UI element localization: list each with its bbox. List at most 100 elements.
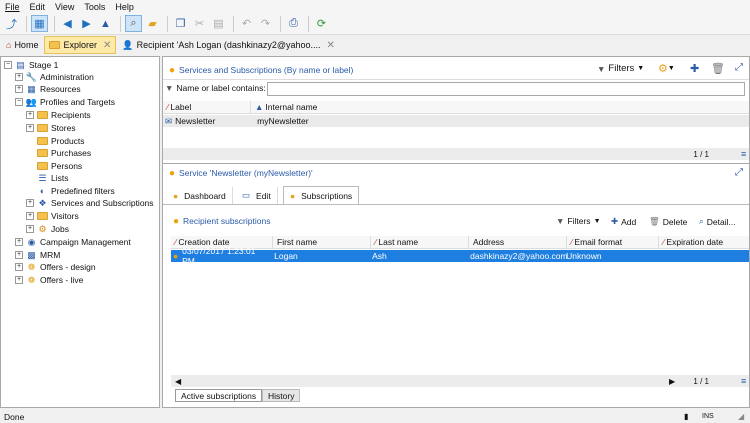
print-icon[interactable]: ⎙ [285, 15, 302, 32]
scroll-right-icon[interactable]: ▶ [669, 377, 675, 386]
cut-icon[interactable]: ✂ [191, 15, 208, 32]
redo-icon[interactable]: ↷ [257, 15, 274, 32]
tree-item-visitors[interactable]: + Visitors [26, 210, 79, 222]
menu-tools[interactable]: Tools [79, 2, 110, 12]
maximize-button[interactable]: ⤢ [735, 167, 743, 178]
open-folder-icon[interactable]: ▰ [144, 15, 161, 32]
tree-label: Jobs [51, 224, 69, 234]
back-arrow-icon[interactable]: ◀ [59, 15, 76, 32]
col-address[interactable]: Address [469, 236, 567, 248]
expand-icon[interactable]: + [26, 111, 34, 119]
tree-label: Recipients [51, 110, 91, 120]
tree-item-products[interactable]: Products [26, 135, 85, 147]
folder-icon [37, 137, 48, 145]
expand-icon[interactable]: + [15, 85, 23, 93]
subs-filters-button[interactable]: ▼ Filters ▼ [556, 216, 601, 226]
tree-item-administration[interactable]: + 🔧 Administration [15, 71, 94, 83]
tab-edit[interactable]: ▭ Edit [236, 187, 278, 204]
sort-icon: ⁄ [571, 237, 573, 247]
tab-home-label: Home [14, 40, 39, 50]
expand-icon[interactable]: + [15, 276, 23, 284]
tree-item-profiles[interactable]: − 👥 Profiles and Targets [15, 96, 115, 108]
tree-item-resources[interactable]: + ▦ Resources [15, 83, 81, 95]
tab-dashboard[interactable]: ● Dashboard [167, 187, 233, 204]
folder-up-icon[interactable]: ▲ [97, 15, 114, 32]
delete-button[interactable]: 🗑 Delete [649, 216, 687, 227]
collapse-icon[interactable]: − [4, 61, 12, 69]
close-icon[interactable]: ✕ [103, 40, 111, 51]
detail-button[interactable]: ⌕ Detail... [699, 216, 736, 227]
expand-icon[interactable]: + [15, 251, 23, 259]
col-format[interactable]: ⁄ Email format [567, 236, 659, 248]
tree-item-lists[interactable]: ☰ Lists [26, 172, 68, 184]
tree-item-offers-live[interactable]: + ❁ Offers - live [15, 274, 83, 286]
tab-explorer[interactable]: Explorer ✕ [44, 36, 117, 54]
tree-item-mrm[interactable]: + ▩ MRM [15, 249, 60, 261]
close-icon[interactable]: ✕ [327, 40, 335, 51]
tab-history[interactable]: History [262, 389, 301, 402]
tab-subscriptions-label: Subscriptions [301, 190, 353, 201]
collapse-icon[interactable]: − [15, 98, 23, 106]
search-input[interactable] [267, 82, 745, 96]
search-icon[interactable]: ⌕ [125, 15, 142, 32]
list-row[interactable]: ✉ Newsletter myNewsletter [163, 115, 749, 127]
expand-icon[interactable]: + [26, 199, 34, 207]
col-format-text: Email format [574, 237, 623, 247]
menu-lines-icon[interactable]: ≡ [741, 376, 746, 386]
expand-icon[interactable]: + [26, 225, 34, 233]
col-label[interactable]: ⁄ Label [163, 101, 251, 113]
menu-bar: File Edit View Tools Help [0, 0, 750, 13]
tree-item-stores[interactable]: + Stores [26, 122, 76, 134]
tree-item-persons[interactable]: Persons [26, 160, 82, 172]
config-button[interactable]: ⚙ ▼ [658, 62, 675, 75]
tab-home[interactable]: ⌂ Home [2, 36, 42, 54]
col-firstname[interactable]: First name [273, 236, 371, 248]
expand-icon[interactable]: + [15, 73, 23, 81]
menu-file[interactable]: File [0, 2, 25, 12]
subscriptions-icon: ● [290, 190, 296, 201]
tree-item-jobs[interactable]: + ⚙ Jobs [26, 223, 69, 235]
paste-icon[interactable]: ▤ [210, 15, 227, 32]
menu-view[interactable]: View [50, 2, 79, 12]
resize-grip-icon[interactable]: ◢ [738, 412, 744, 421]
col-expiration[interactable]: ⁄ Expiration date [659, 236, 749, 248]
col-firstname-text: First name [277, 237, 318, 247]
sort-asc-icon: ▲ [255, 102, 264, 112]
tree-item-recipients[interactable]: + Recipients [26, 109, 91, 121]
menu-edit[interactable]: Edit [25, 2, 51, 12]
tab-recipient[interactable]: 👤 Recipient 'Ash Logan (dashkinazy2@yaho… [118, 36, 339, 54]
col-internal[interactable]: ▲ Internal name [251, 101, 391, 113]
col-lastname[interactable]: ⁄ Last name [371, 236, 469, 248]
pager-text: 1 / 1 [693, 149, 709, 159]
service-icon: ● [169, 64, 176, 76]
tree-item-services[interactable]: + ❖ Services and Subscriptions [26, 197, 154, 209]
home-icon: ⌂ [6, 40, 12, 50]
subs-row[interactable]: ● 03/07/2017 1:23:01 PM Logan Ash dashki… [171, 246, 749, 266]
delete-button[interactable]: 🗑 [711, 62, 725, 75]
new-button[interactable]: ✚ [690, 62, 699, 75]
menu-lines-icon[interactable]: ≡ [741, 149, 746, 159]
refresh-icon[interactable]: ⟳ [313, 15, 330, 32]
tree-item-predefined-filters[interactable]: ◐ Predefined filters [26, 185, 115, 197]
tree-item-campaign-management[interactable]: + ◉ Campaign Management [15, 236, 131, 248]
new-icon[interactable]: ⤴ [3, 15, 20, 32]
forward-arrow-icon[interactable]: ▶ [78, 15, 95, 32]
expand-icon[interactable]: + [15, 238, 23, 246]
menu-help[interactable]: Help [110, 2, 139, 12]
add-button[interactable]: ✚ Add [611, 216, 636, 227]
tree-item-stage1[interactable]: − ▤ Stage 1 [4, 59, 58, 71]
scroll-left-icon[interactable]: ◀ [175, 377, 181, 386]
tree-item-offers-design[interactable]: + ❁ Offers - design [15, 261, 96, 273]
expand-icon[interactable]: + [26, 212, 34, 220]
tree-item-purchases[interactable]: Purchases [26, 147, 91, 159]
copy-icon[interactable]: ❐ [172, 15, 189, 32]
undo-icon[interactable]: ↶ [238, 15, 255, 32]
tab-subscriptions[interactable]: ● Subscriptions [283, 186, 360, 204]
filters-button[interactable]: ▼ Filters ▼ [597, 63, 644, 74]
explorer-toggle-icon[interactable]: ▦ [31, 15, 48, 32]
tab-active-subscriptions[interactable]: Active subscriptions [175, 389, 263, 402]
tree-label: Campaign Management [40, 237, 131, 247]
expand-icon[interactable]: + [26, 124, 34, 132]
maximize-button[interactable]: ⤢ [735, 62, 743, 73]
expand-icon[interactable]: + [15, 263, 23, 271]
